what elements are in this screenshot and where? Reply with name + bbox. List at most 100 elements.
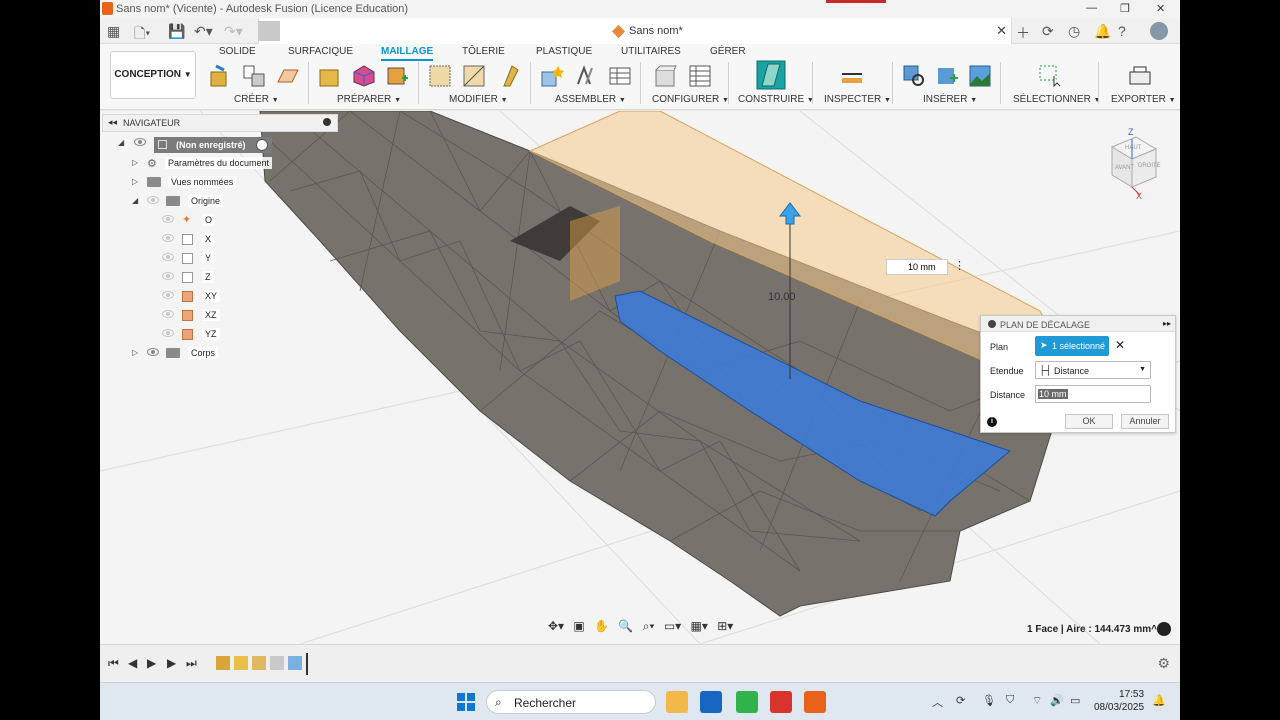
timeline-feature-construct[interactable] [288,656,302,670]
group-selectionner[interactable]: SÉLECTIONNER ▼ [1013,94,1101,105]
tree-item-z[interactable]: Z [100,269,340,287]
sync-icon[interactable]: ⟳ [1042,23,1054,40]
config-table-icon[interactable] [688,64,712,88]
group-exporter[interactable]: EXPORTER ▼ [1111,94,1176,105]
timeline-feature-mesh[interactable] [216,656,230,670]
insert-derive-icon[interactable] [902,64,926,88]
tree-item-vues[interactable]: ▷ Vues nommées [100,174,340,192]
look-at-icon[interactable]: ▣ [573,619,584,633]
tessellate-icon[interactable] [242,64,266,88]
plane-selection-button[interactable]: ➤ 1 sélectionné [1035,336,1109,356]
sync-tray-icon[interactable]: ⟳ [956,694,965,707]
battery-icon[interactable]: ▭ [1070,694,1080,707]
file-explorer-icon[interactable] [666,691,688,713]
microphone-icon[interactable]: 🎙 [982,694,996,707]
go-to-start-icon[interactable]: ⏮ [108,656,119,671]
grid-menu-icon[interactable]: ▦ [107,23,120,40]
visibility-eye-icon[interactable] [134,138,146,146]
mesh-sketch-icon[interactable] [276,64,300,88]
play-icon[interactable]: ▶ [147,656,156,670]
home-icon[interactable] [258,21,280,41]
tab-maillage[interactable]: MAILLAGE [381,46,434,61]
repair-icon[interactable] [318,64,342,88]
close-tab-icon[interactable]: ✕ [996,23,1007,39]
tree-item-origine[interactable]: ◢ Origine [100,193,340,211]
distance-input[interactable]: 10 mm [1035,385,1151,403]
configure-icon[interactable] [654,64,678,88]
group-creer[interactable]: CRÉER ▼ [234,94,279,105]
select-window-icon[interactable] [1038,64,1062,88]
info-icon[interactable]: i [987,417,997,427]
group-assembler[interactable]: ASSEMBLER ▼ [555,94,626,105]
plane-cut-icon[interactable] [428,64,452,88]
maximize-icon[interactable]: ❐ [1120,2,1130,15]
visibility-eye-icon[interactable] [162,234,174,242]
expand-arrow-icon[interactable]: ▷ [132,177,138,186]
group-construire[interactable]: CONSTRUIRE ▼ [738,94,814,105]
distance-floating-input[interactable]: 10 mm [886,259,948,275]
group-configurer[interactable]: CONFIGURER ▼ [652,94,729,105]
activate-radio-icon[interactable] [256,139,268,151]
outlook-icon[interactable] [700,691,722,713]
expand-arrow-icon[interactable]: ▷ [132,348,138,357]
3d-viewport[interactable]: ◂◂ NAVIGATEUR ◢ (Non enregistré) ▷ ⚙ Par… [100,111,1180,644]
collapse-arrow-icon[interactable]: ◢ [118,138,124,147]
visibility-eye-icon[interactable] [162,310,174,318]
insert-svg-icon[interactable] [936,64,960,88]
orbit-icon[interactable]: ✥▾ [548,619,564,633]
smooth-icon[interactable] [496,64,520,88]
viewcube[interactable]: HAUT AVANT DROITE Z X [1092,121,1172,201]
clear-selection-icon[interactable]: ✕ [1115,338,1125,352]
group-preparer[interactable]: PRÉPARER ▼ [337,94,401,105]
camtasia-icon[interactable] [736,691,758,713]
export-icon[interactable] [1128,64,1152,88]
minimize-icon[interactable]: — [1086,2,1097,14]
minimize-panel-icon[interactable] [323,118,331,126]
tree-item-parametres[interactable]: ▷ ⚙ Paramètres du document [100,155,340,173]
visibility-eye-icon[interactable] [162,329,174,337]
group-inspecter[interactable]: INSPECTER ▼ [824,94,891,105]
visibility-eye-icon[interactable] [162,215,174,223]
minimize-dialog-icon[interactable] [988,320,996,328]
notification-icon[interactable]: 🔔 [1094,23,1111,40]
workspace-selector[interactable]: CONCEPTION ▼ [110,51,196,99]
remesh-icon[interactable] [352,64,376,88]
new-tab-icon[interactable]: ＋ [1016,23,1030,43]
viewcube-front-label[interactable]: AVANT [1115,165,1134,171]
document-tab[interactable]: Sans nom* ✕ [258,18,1012,44]
tree-item-xz[interactable]: XZ [100,307,340,325]
measure-icon[interactable] [840,64,864,88]
tree-item-corps[interactable]: ▷ Corps [100,345,340,363]
tree-item-x[interactable]: X [100,231,340,249]
wifi-icon[interactable]: ⌔ [1032,694,1042,708]
tree-item-xy[interactable]: XY [100,288,340,306]
viewports-icon[interactable]: ⊞▾ [717,619,733,633]
tab-utilitaires[interactable]: UTILITAIRES [621,46,681,57]
notification-bell-icon[interactable]: 🔔 [1152,694,1166,707]
recorder-app-icon[interactable] [770,691,792,713]
tree-item-y[interactable]: Y [100,250,340,268]
tray-expand-icon[interactable]: ︿ [932,694,943,710]
viewcube-top-label[interactable]: HAUT [1125,145,1142,151]
timeline-feature-modify[interactable] [252,656,266,670]
expand-arrow-icon[interactable]: ▷ [132,158,138,167]
grid-settings-icon[interactable]: ▦▾ [691,619,708,633]
root-component[interactable]: (Non enregistré) [154,137,272,153]
zoom-window-icon[interactable]: ⌕▾ [643,619,655,633]
undo-icon[interactable]: ↶▾ [194,23,213,40]
group-modifier[interactable]: MODIFIER ▼ [449,94,508,105]
taskbar-search[interactable]: ⌕ Rechercher [486,690,656,714]
shield-icon[interactable]: ⛉ [1006,694,1014,707]
jobs-icon[interactable]: ◷ [1068,23,1080,40]
reverse-normal-icon[interactable] [462,64,486,88]
expand-dialog-icon[interactable]: ▸▸ [1163,319,1171,328]
timeline-marker[interactable] [306,653,308,675]
ok-button[interactable]: OK [1065,414,1113,429]
visibility-eye-icon[interactable] [162,253,174,261]
timeline-feature-component[interactable] [270,656,284,670]
tab-gerer[interactable]: GÉRER [710,46,746,57]
windows-start-icon[interactable] [456,692,476,712]
timeline-settings-icon[interactable]: ⚙ [1157,655,1170,672]
table-icon[interactable] [608,64,632,88]
tree-item-o[interactable]: ✦ O [100,212,340,230]
